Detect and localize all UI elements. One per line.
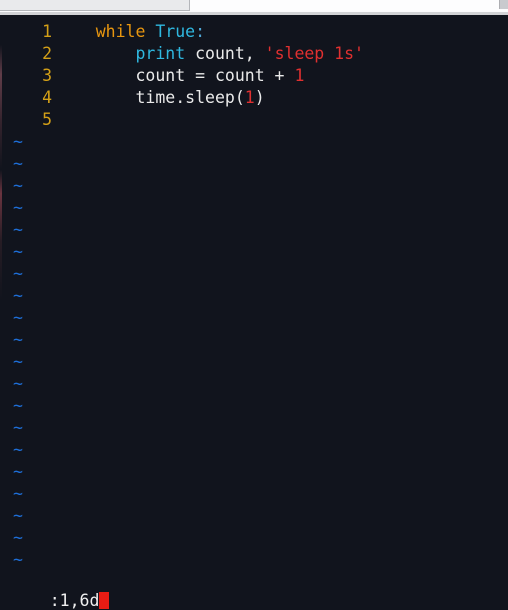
line-number: 1 [42, 22, 52, 41]
code-token-plain: ) [254, 88, 265, 107]
tilde-marker: ~ [13, 418, 23, 437]
tilde-marker: ~ [13, 462, 23, 481]
tilde-marker: ~ [13, 286, 23, 305]
chrome-tab-active[interactable] [190, 0, 508, 11]
code-token-func: print [135, 44, 186, 63]
code-token-str: 'sleep 1s' [264, 44, 364, 63]
code-token-const: True [155, 22, 196, 41]
tilde-marker: ~ [13, 396, 23, 415]
code-token-plain: count = count + [135, 66, 295, 85]
line-code: while True: [56, 21, 205, 43]
app-toolbar-strip [0, 0, 508, 12]
tilde-marker: ~ [13, 374, 23, 393]
line-code: count = count + 1 [56, 65, 304, 87]
tilde-marker: ~ [13, 154, 23, 173]
chrome-tab-inactive[interactable] [0, 0, 190, 11]
vim-terminal[interactable]: 1 while True: 2 print count, 'sleep 1s' 3 … [0, 15, 508, 610]
tilde-marker: ~ [13, 352, 23, 371]
code-token-num: 1 [294, 66, 305, 85]
tilde-marker: ~ [13, 506, 23, 525]
line-number: 5 [42, 110, 52, 129]
tilde-marker: ~ [13, 176, 23, 195]
tilde-marker: ~ [13, 220, 23, 239]
tilde-marker: ~ [13, 264, 23, 283]
vim-command-line[interactable]: :1,6d [10, 568, 110, 610]
line-number: 4 [42, 88, 52, 107]
code-token-plain: time.sleep( [135, 88, 245, 107]
code-token-plain: count, [185, 44, 265, 63]
tilde-marker: ~ [13, 484, 23, 503]
line-code: time.sleep(1) [56, 87, 265, 109]
line-number: 2 [42, 44, 52, 63]
tilde-marker: ~ [13, 330, 23, 349]
vim-command-text: :1,6d [49, 591, 100, 610]
tilde-marker: ~ [13, 242, 23, 261]
tilde-marker: ~ [13, 440, 23, 459]
block-cursor [99, 592, 110, 609]
line-number: 3 [42, 66, 52, 85]
tilde-marker: ~ [13, 528, 23, 547]
tilde-marker: ~ [13, 308, 23, 327]
code-token-kw: while [95, 22, 146, 41]
chrome-corner-control[interactable] [499, 0, 508, 9]
tilde-marker: ~ [13, 198, 23, 217]
tilde-marker: ~ [13, 132, 23, 151]
code-token-num: 1 [244, 88, 255, 107]
code-token-punct: : [195, 22, 206, 41]
line-code: print count, 'sleep 1s' [56, 43, 364, 65]
